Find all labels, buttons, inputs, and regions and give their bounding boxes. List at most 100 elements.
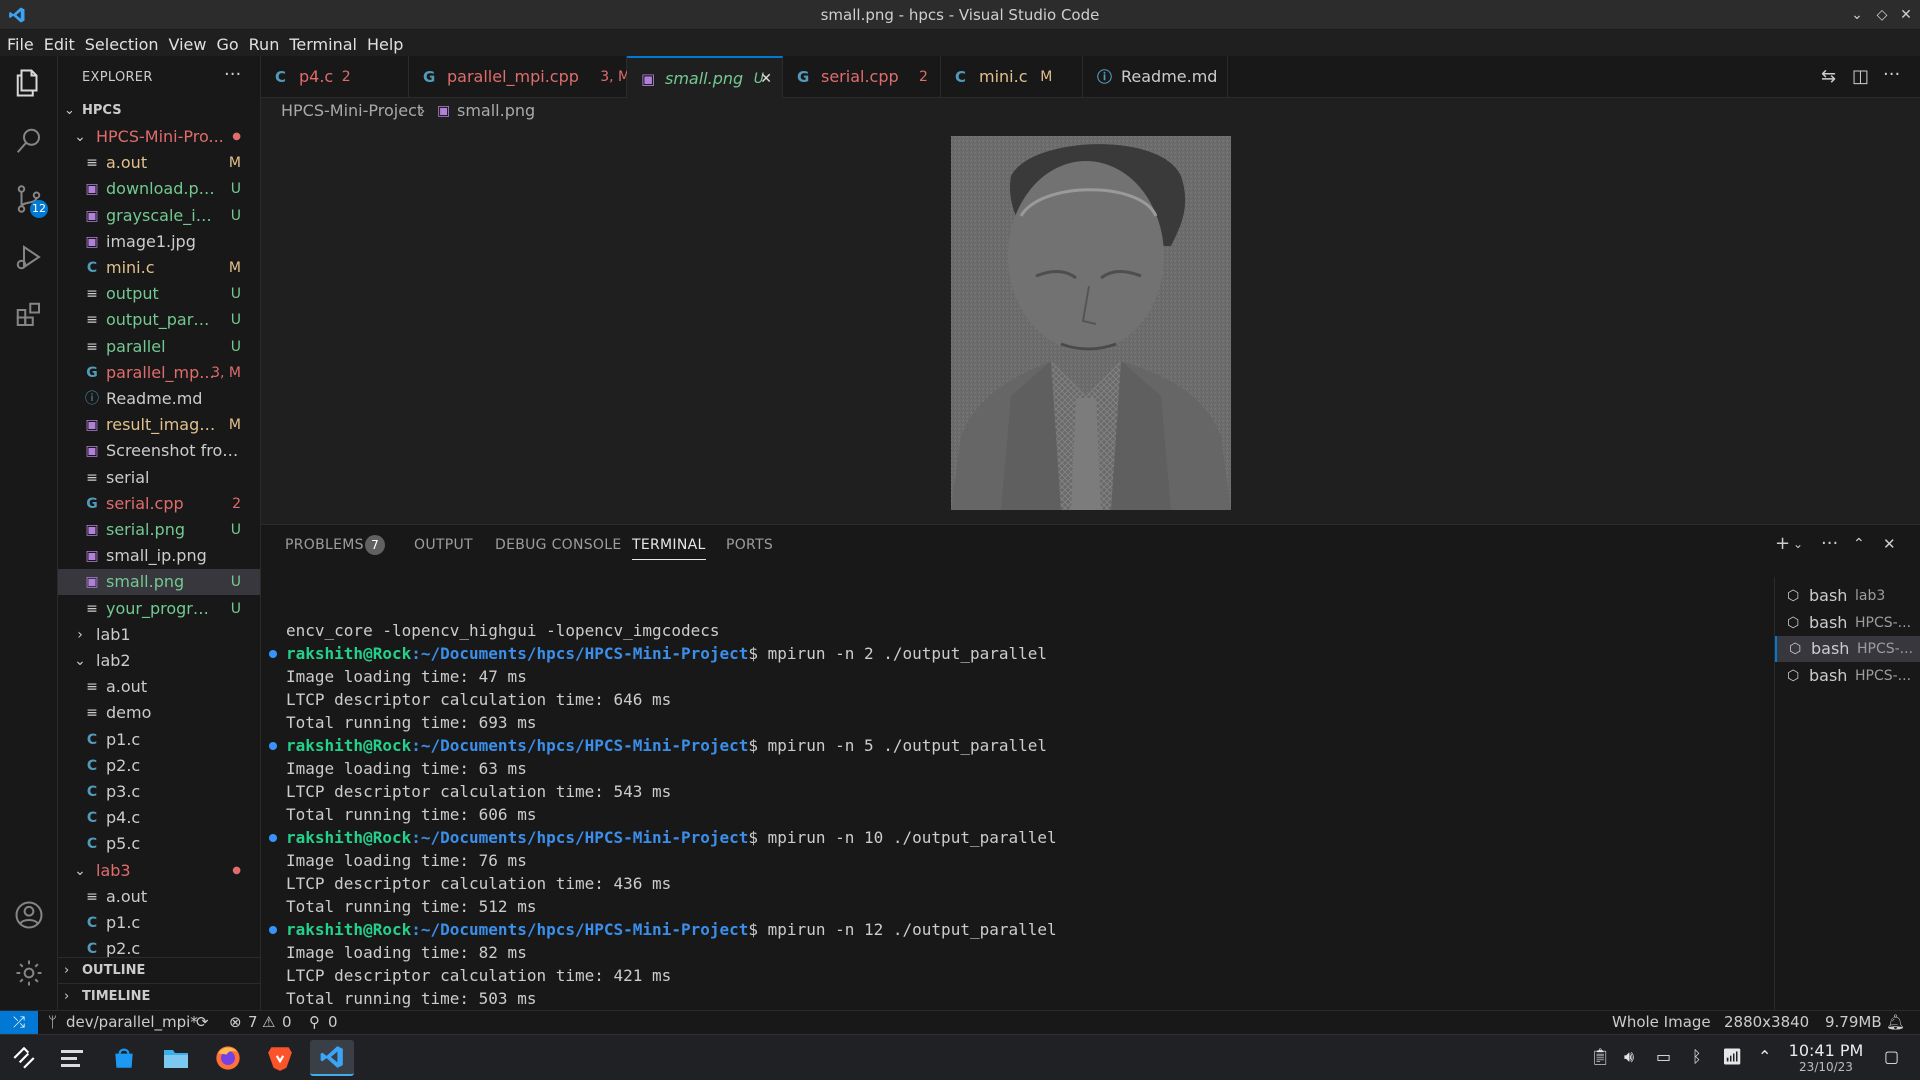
accounts-icon[interactable]: [10, 896, 48, 934]
terminal-output[interactable]: encv_core -lopencv_highgui -lopencv_imgc…: [261, 577, 1769, 1032]
tree-file[interactable]: ▣ result_image.... M: [58, 412, 260, 438]
battery-icon[interactable]: ▭: [1656, 1047, 1671, 1066]
close-panel-icon[interactable]: ✕: [1883, 535, 1896, 553]
software-store-icon[interactable]: [102, 1040, 146, 1076]
terminal-session-item[interactable]: ⬡ bash lab3: [1775, 583, 1920, 609]
clipboard-icon[interactable]: 📋︎: [1590, 1047, 1610, 1066]
show-desktop-icon[interactable]: ▢: [1884, 1047, 1899, 1066]
firefox-icon[interactable]: [206, 1040, 250, 1076]
tree-file[interactable]: ≡ parallel U: [58, 334, 260, 360]
bluetooth-icon[interactable]: ᛒ: [1692, 1047, 1702, 1066]
tree-file[interactable]: Gparallel_mp... 3, M: [58, 360, 260, 386]
tree-file[interactable]: ⓘ Readme.md: [58, 386, 260, 412]
session-cwd: HPCS-...: [1857, 641, 1914, 657]
tree-file[interactable]: ≡ demo: [58, 700, 260, 726]
maximize-panel-icon[interactable]: ⌃: [1853, 536, 1865, 552]
tree-file[interactable]: ≡ your_program U: [58, 596, 260, 622]
more-actions-icon[interactable]: ···: [1883, 64, 1900, 85]
split-editor-icon[interactable]: ◫: [1852, 66, 1869, 87]
vscode-taskbar-icon[interactable]: [310, 1040, 354, 1076]
tab-small-png[interactable]: ▣ small.png U ✕: [627, 56, 783, 98]
terminal-session-item[interactable]: ⬡ bash HPCS-...: [1775, 636, 1920, 662]
warning-count[interactable]: 0: [282, 1011, 292, 1034]
terminal-session-item[interactable]: ⬡ bash HPCS-...: [1775, 610, 1920, 636]
remote-indicator-icon[interactable]: ⤮: [0, 1011, 38, 1035]
tree-file[interactable]: Cp5.c: [58, 831, 260, 857]
tab-ports[interactable]: PORTS: [726, 537, 773, 553]
run-debug-icon[interactable]: [10, 238, 48, 276]
app-launcher-icon[interactable]: [2, 1040, 46, 1076]
tree-file[interactable]: Cp4.c: [58, 805, 260, 831]
maximize-icon[interactable]: ◇: [1872, 5, 1892, 25]
new-terminal-icon[interactable]: +: [1775, 533, 1790, 554]
workspace-root[interactable]: ⌄ HPCS: [58, 98, 260, 124]
tab-readme-md[interactable]: ⓘ Readme.md: [1083, 56, 1228, 98]
tab-parallel_mpi-cpp[interactable]: Gparallel_mpi.cpp 3, M: [409, 56, 630, 98]
branch-name[interactable]: dev/parallel_mpi*: [66, 1011, 198, 1034]
close-tab-icon[interactable]: ✕: [760, 58, 772, 100]
settings-gear-icon[interactable]: [10, 954, 48, 992]
tree-file[interactable]: ≡ output_parallel U: [58, 307, 260, 333]
tree-file[interactable]: ▣ small_ip.png: [58, 543, 260, 569]
tab-debug-console[interactable]: DEBUG CONSOLE: [495, 537, 622, 553]
tree-file[interactable]: ▣ serial.png U: [58, 517, 260, 543]
tab-terminal[interactable]: TERMINAL: [632, 537, 706, 560]
wifi-icon[interactable]: 📶︎: [1722, 1047, 1742, 1066]
explorer-more-icon[interactable]: ···: [224, 64, 241, 85]
prompt-path: :~/Documents/hpcs/HPCS-Mini-Project: [411, 736, 749, 755]
close-window-icon[interactable]: ✕: [1896, 5, 1916, 25]
tab-p4-c[interactable]: Cp4.c 2: [261, 56, 409, 98]
outline-section[interactable]: › OUTLINE: [58, 957, 260, 983]
tree-file[interactable]: ≡ a.out M: [58, 150, 260, 176]
tree-file[interactable]: Cp3.c: [58, 779, 260, 805]
tab-output[interactable]: OUTPUT: [414, 537, 473, 553]
file-manager-icon[interactable]: [154, 1040, 198, 1076]
notifications-bell-icon[interactable]: 🔔︎: [1886, 1011, 1905, 1034]
tree-item-label: download.png: [106, 179, 216, 199]
task-manager-icon[interactable]: [50, 1040, 94, 1076]
tab-mini-c[interactable]: Cmini.c M: [941, 56, 1083, 98]
extensions-icon[interactable]: [10, 296, 48, 334]
tree-item-label: parallel_mp...: [106, 362, 215, 382]
tree-file[interactable]: ▣ download.png U: [58, 176, 260, 202]
tree-folder[interactable]: ⌄ lab3 ●: [58, 858, 260, 884]
brave-browser-icon[interactable]: [258, 1040, 302, 1076]
breadcrumb-folder[interactable]: HPCS-Mini-Project: [281, 98, 423, 124]
image-preview[interactable]: [951, 136, 1231, 510]
explorer-icon[interactable]: [10, 64, 48, 102]
tree-folder[interactable]: ⌄ HPCS-Mini-Pro... ●: [58, 124, 260, 150]
tree-file[interactable]: Cp2.c: [58, 753, 260, 779]
breadcrumb-file[interactable]: small.png: [457, 98, 535, 124]
tree-file[interactable]: ▣ small.png U: [58, 569, 260, 596]
panel-more-icon[interactable]: ···: [1821, 533, 1838, 554]
zoom-level[interactable]: Whole Image: [1612, 1011, 1711, 1034]
terminal-session-item[interactable]: ⬡ bash HPCS-...: [1775, 663, 1920, 689]
timeline-section[interactable]: › TIMELINE: [58, 983, 260, 1009]
minimize-icon[interactable]: ⌄: [1847, 5, 1867, 25]
tree-file[interactable]: ▣ grayscale_ima... U: [58, 203, 260, 229]
clock[interactable]: 10:41 PM 23/10/23: [1786, 1041, 1866, 1074]
sync-icon[interactable]: ⟳: [196, 1011, 209, 1034]
show-hidden-icons-icon[interactable]: ⌃: [1758, 1047, 1771, 1066]
tab-serial-cpp[interactable]: Gserial.cpp 2: [783, 56, 941, 98]
tree-file[interactable]: ≡ a.out: [58, 884, 260, 910]
terminal-dropdown-icon[interactable]: ⌄: [1793, 537, 1803, 551]
tree-file[interactable]: ▣ Screenshot from 2...: [58, 438, 260, 464]
tree-file[interactable]: Gserial.cpp 2: [58, 491, 260, 517]
tree-file[interactable]: ≡ output U: [58, 281, 260, 307]
tree-folder[interactable]: › lab1: [58, 622, 260, 648]
tree-file[interactable]: ▣ image1.jpg: [58, 229, 260, 255]
tab-problems[interactable]: PROBLEMS: [285, 537, 364, 553]
tree-file[interactable]: Cp1.c: [58, 727, 260, 753]
error-count[interactable]: 7: [248, 1011, 258, 1034]
tree-file[interactable]: ≡ a.out: [58, 674, 260, 700]
search-icon[interactable]: [10, 122, 48, 160]
ports-count[interactable]: 0: [328, 1011, 338, 1034]
volume-icon[interactable]: 🔊︎: [1624, 1047, 1634, 1067]
git-status-badge: U: [230, 312, 241, 329]
tree-file[interactable]: Cmini.c M: [58, 255, 260, 281]
tree-file[interactable]: ≡ serial: [58, 465, 260, 491]
compare-changes-icon[interactable]: ⇆: [1821, 66, 1836, 87]
tree-folder[interactable]: ⌄ lab2: [58, 648, 260, 674]
tree-file[interactable]: Cp1.c: [58, 910, 260, 936]
